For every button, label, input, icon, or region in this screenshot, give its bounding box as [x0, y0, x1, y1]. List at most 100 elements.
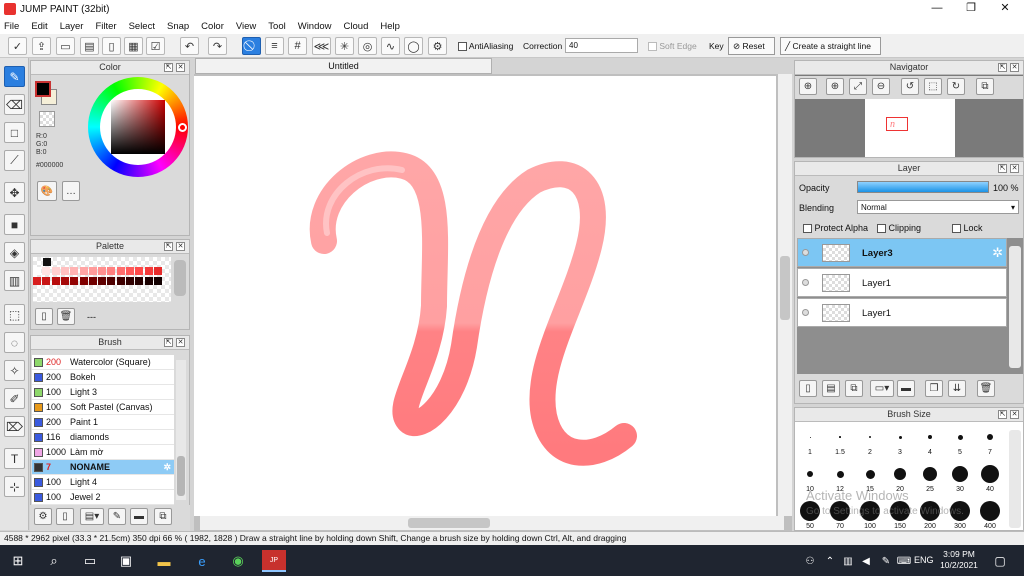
- soft-edge-toggle[interactable]: Soft Edge: [648, 41, 697, 52]
- palette-swatch[interactable]: [51, 267, 60, 275]
- clipping-toggle[interactable]: Clipping: [877, 223, 921, 234]
- undock-icon[interactable]: ⇱: [164, 63, 173, 72]
- palette-swatch[interactable]: [116, 277, 125, 285]
- notification-icon[interactable]: ▢: [990, 551, 1010, 571]
- palette-swatch[interactable]: [42, 267, 51, 275]
- checklist-icon[interactable]: ☑: [146, 37, 165, 55]
- brush-size-dot[interactable]: [898, 435, 902, 439]
- share-icon[interactable]: ⇪: [32, 37, 51, 55]
- protect-alpha-toggle[interactable]: Protect Alpha: [803, 223, 868, 234]
- brush-list-item[interactable]: 100 Light 4: [32, 475, 174, 490]
- scrollbar-thumb[interactable]: [177, 456, 185, 496]
- rotate-left-icon[interactable]: ↺: [901, 78, 919, 95]
- search-icon[interactable]: ⌕: [44, 551, 64, 571]
- layer-type-menu-icon[interactable]: ▭▾: [870, 380, 894, 397]
- new-page-icon[interactable]: ▯: [35, 308, 53, 325]
- palette-swatch[interactable]: [116, 267, 125, 275]
- close-icon[interactable]: ✕: [176, 338, 185, 347]
- network-icon[interactable]: ▥: [838, 551, 858, 571]
- snap-radial-icon[interactable]: ✳: [335, 37, 354, 55]
- zoom-in-icon[interactable]: ⊕: [826, 78, 844, 95]
- palette-swatch[interactable]: [153, 267, 162, 275]
- brush-list-item[interactable]: 116 diamonds: [32, 430, 174, 445]
- menu-view[interactable]: View: [236, 21, 256, 32]
- menu-edit[interactable]: Edit: [31, 21, 47, 32]
- redo-icon[interactable]: ↷: [208, 37, 227, 55]
- hue-wheel[interactable]: [88, 77, 188, 177]
- zoom-out-icon[interactable]: ⊖: [872, 78, 890, 95]
- menu-snap[interactable]: Snap: [167, 21, 189, 32]
- palette-swatch[interactable]: [42, 277, 51, 285]
- speaker-icon[interactable]: ◀: [856, 551, 876, 571]
- layer-row[interactable]: Layer1: [797, 268, 1007, 297]
- magic-wand-tool-icon[interactable]: ✧: [4, 360, 25, 381]
- brush-size-dot[interactable]: [923, 467, 937, 481]
- new-brush-icon[interactable]: ▯: [56, 508, 74, 525]
- line-tool-icon[interactable]: ⟋: [4, 150, 25, 171]
- people-icon[interactable]: ⚇: [800, 551, 820, 571]
- select-eraser-tool-icon[interactable]: ⌦: [4, 416, 25, 437]
- antialiasing-toggle[interactable]: AntiAliasing: [458, 41, 513, 52]
- page-icon[interactable]: ▯: [102, 37, 121, 55]
- zoom-fit-icon[interactable]: ⊕: [799, 78, 817, 95]
- close-icon[interactable]: ✕: [1010, 164, 1019, 173]
- duplicate-layer-icon[interactable]: ⧉: [845, 380, 863, 397]
- task-view-icon[interactable]: ▭: [80, 551, 100, 571]
- menu-file[interactable]: File: [4, 21, 19, 32]
- palette-swatch[interactable]: [60, 277, 69, 285]
- menu-help[interactable]: Help: [380, 21, 400, 32]
- layer-row[interactable]: Layer1: [797, 298, 1007, 327]
- menu-filter[interactable]: Filter: [95, 21, 116, 32]
- layer-row[interactable]: Layer3 ✲: [797, 238, 1007, 267]
- menu-window[interactable]: Window: [298, 21, 332, 32]
- brush-size-dot[interactable]: [981, 465, 999, 483]
- close-icon[interactable]: ✕: [1010, 410, 1019, 419]
- brush-size-dot[interactable]: [957, 434, 963, 440]
- brush-folder-icon[interactable]: ▬: [130, 508, 148, 525]
- text-tool-icon[interactable]: T: [4, 448, 25, 469]
- brush-size-dot[interactable]: [836, 470, 844, 478]
- palette-swatch[interactable]: [98, 267, 107, 275]
- brush-list-scrollbar[interactable]: [176, 360, 186, 500]
- brush-size-dot[interactable]: [952, 466, 968, 482]
- brush-size-dot[interactable]: [987, 434, 993, 440]
- brush-list-item[interactable]: 100 Light 3: [32, 385, 174, 400]
- menu-tool[interactable]: Tool: [268, 21, 285, 32]
- maximize-button[interactable]: ❐: [954, 0, 988, 18]
- canvas-tab[interactable]: Untitled: [195, 58, 492, 74]
- palette-swatch[interactable]: [88, 277, 97, 285]
- palette-swatch[interactable]: [107, 267, 116, 275]
- palette-swatch[interactable]: [70, 277, 79, 285]
- palette-swatch[interactable]: [43, 258, 51, 266]
- layer-list-scrollbar[interactable]: [1009, 246, 1021, 368]
- palette-swatch[interactable]: [33, 267, 41, 275]
- menu-layer[interactable]: Layer: [60, 21, 84, 32]
- windows-start-icon[interactable]: ⊞: [8, 551, 28, 571]
- lasso-tool-icon[interactable]: ◌: [4, 332, 25, 353]
- blending-select[interactable]: Normal ▾: [857, 200, 1019, 214]
- brush-size-dot[interactable]: [865, 469, 875, 479]
- chevron-up-icon[interactable]: ⌃: [820, 551, 840, 571]
- fit-window-icon[interactable]: ⤢: [849, 78, 867, 95]
- delete-layer-icon[interactable]: 🗑: [977, 380, 995, 397]
- brush-size-dot[interactable]: [809, 436, 811, 438]
- visibility-icon[interactable]: [802, 309, 809, 316]
- select-rect-tool-icon[interactable]: □: [4, 122, 25, 143]
- transparent-color-swatch[interactable]: [39, 111, 55, 127]
- brush-size-dot[interactable]: [869, 436, 871, 438]
- snap-parallel-icon[interactable]: ≡: [265, 37, 284, 55]
- undock-icon[interactable]: ⇱: [164, 338, 173, 347]
- file-explorer-icon[interactable]: ▬: [154, 551, 174, 571]
- chrome-like-icon[interactable]: ◉: [228, 551, 248, 571]
- edge-icon[interactable]: e: [192, 551, 212, 571]
- palette-swatch[interactable]: [60, 267, 69, 275]
- menu-color[interactable]: Color: [201, 21, 224, 32]
- palette-swatch[interactable]: [144, 267, 153, 275]
- brush-size-dot[interactable]: [807, 471, 813, 477]
- clock[interactable]: 3:09 PM 10/2/2021: [940, 549, 978, 571]
- palette-swatch[interactable]: [135, 277, 144, 285]
- visibility-icon[interactable]: [802, 279, 809, 286]
- color-history-icon[interactable]: …: [62, 181, 80, 201]
- palette-swatch[interactable]: [33, 277, 41, 285]
- palette-swatch[interactable]: [79, 277, 88, 285]
